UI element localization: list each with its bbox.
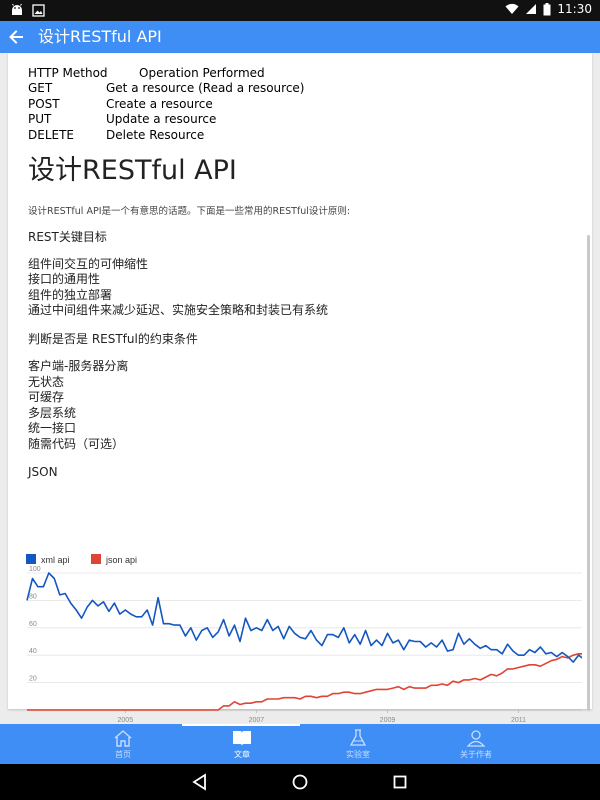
battery-icon [543, 2, 551, 15]
goals-title: REST关键目标 [28, 230, 107, 244]
goal-item: 组件间交互的可伸缩性 [28, 257, 149, 271]
trend-line-chart: xml api json api 100 80 60 40 20 2005 2007 2009 20… [26, 554, 582, 724]
http-operation: Create a resource [106, 97, 213, 111]
nav-item-home[interactable]: 首页 [63, 724, 183, 764]
home-circle-icon[interactable] [291, 773, 309, 791]
goal-item: 通过中间组件来减少延迟、实施安全策略和封装已有系统 [28, 303, 329, 317]
scrollbar[interactable] [587, 235, 590, 711]
back-triangle-icon[interactable] [191, 773, 209, 791]
constraints-title: 判断是否是 RESTful的约束条件 [28, 332, 198, 346]
http-method: GET [28, 81, 53, 95]
http-table-header: HTTP Method Operation Performed [28, 66, 388, 81]
y-tick-label: 40 [29, 648, 37, 655]
xml-api-series-line [26, 572, 582, 663]
http-operation: Delete Resource [106, 128, 205, 142]
http-header-operation: Operation Performed [139, 66, 265, 80]
y-tick-label: 20 [29, 676, 37, 683]
clock: 11:30 [557, 2, 592, 16]
constraint-item: 多层系统 [28, 406, 77, 420]
home-icon [114, 730, 132, 747]
person-icon [466, 730, 486, 747]
constraint-item: 无状态 [28, 375, 65, 389]
android-icon [12, 3, 22, 15]
http-table-row: GET Get a resource (Read a resource) [28, 81, 388, 96]
http-table-row: PUT Update a resource [28, 112, 388, 127]
status-left-icons [10, 3, 45, 17]
y-tick-label: 60 [29, 621, 37, 628]
legend-label: xml api [41, 555, 70, 565]
signal-icon [526, 4, 537, 14]
http-header-method: HTTP Method [28, 66, 108, 80]
status-right: 11:30 [505, 2, 592, 16]
article-scroll-area[interactable]: HTTP Method Operation Performed GET Get … [0, 53, 600, 724]
nav-label: 文章 [234, 750, 250, 759]
app-bar: 设计RESTful API [0, 21, 600, 53]
constraint-item: 客户端-服务器分离 [28, 359, 129, 373]
nav-label: 实验室 [346, 750, 370, 759]
json-title: JSON [28, 465, 58, 479]
legend-swatch [26, 554, 36, 564]
nav-label: 首页 [115, 750, 131, 759]
constraint-item: 统一接口 [28, 421, 77, 435]
system-navigation-bar [0, 764, 600, 800]
http-table-row: DELETE Delete Resource [28, 128, 388, 143]
back-arrow-icon[interactable] [6, 27, 26, 47]
y-tick-label: 80 [29, 593, 37, 600]
y-tick-label: 100 [29, 566, 41, 573]
http-method: DELETE [28, 128, 75, 142]
article-intro: 设计RESTful API是一个有意思的话题。下面是一些常用的RESTful设计… [28, 206, 351, 217]
nav-item-articles[interactable]: 文章 [182, 724, 302, 764]
constraint-item: 可缓存 [28, 390, 65, 404]
http-table-row: POST Create a resource [28, 97, 388, 112]
page-title: 设计RESTful API [38, 27, 162, 46]
http-operation: Get a resource (Read a resource) [106, 81, 305, 95]
http-operation: Update a resource [106, 112, 217, 126]
legend-label: json api [105, 555, 137, 565]
goal-item: 接口的通用性 [28, 272, 101, 286]
recents-square-icon[interactable] [392, 774, 408, 790]
status-bar: 11:30 [0, 0, 600, 21]
book-icon [233, 731, 251, 746]
nav-item-lab[interactable]: 实验室 [298, 724, 418, 764]
legend-swatch [91, 554, 101, 564]
x-tick-label: 2005 [118, 717, 134, 724]
x-tick-label: 2011 [511, 717, 526, 724]
x-tick-label: 2007 [249, 717, 265, 724]
x-tick-label: 2009 [380, 717, 396, 724]
http-method: PUT [28, 112, 52, 126]
bottom-navigation: 首页 文章 实验室 关于作者 [0, 724, 600, 764]
wifi-icon [505, 3, 519, 15]
image-icon [32, 3, 45, 17]
goal-item: 组件的独立部署 [28, 288, 113, 302]
http-method: POST [28, 97, 60, 111]
nav-label: 关于作者 [460, 750, 492, 759]
json-api-series-line [27, 653, 582, 711]
flask-icon [349, 729, 367, 746]
article-heading: 设计RESTful API [28, 155, 237, 186]
constraint-item: 随需代码（可选） [28, 437, 125, 451]
nav-item-about[interactable]: 关于作者 [416, 724, 536, 764]
